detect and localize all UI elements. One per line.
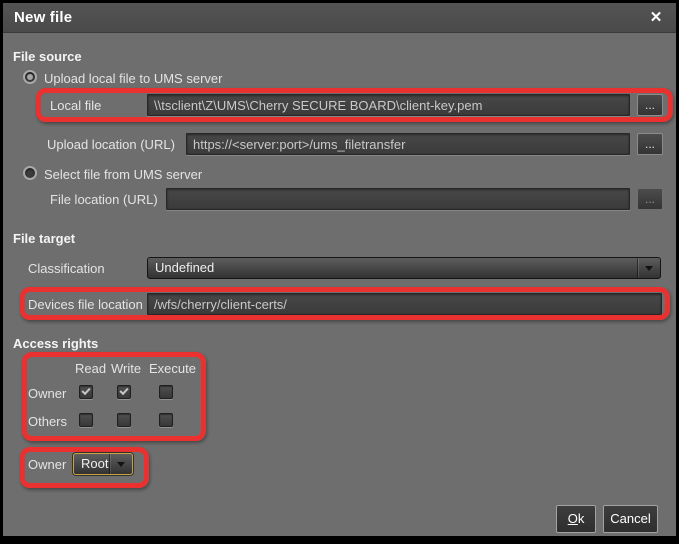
- checkbox-owner-write[interactable]: [117, 385, 131, 399]
- local-file-input[interactable]: [147, 94, 630, 116]
- row-label-owner: Owner: [28, 386, 66, 401]
- cancel-button[interactable]: Cancel: [603, 505, 658, 533]
- checkbox-owner-read[interactable]: [79, 385, 93, 399]
- file-location-input[interactable]: [166, 188, 630, 210]
- file-source-heading: File source: [13, 49, 82, 64]
- file-location-label: File location (URL): [50, 192, 158, 207]
- check-icon: [119, 386, 128, 395]
- file-location-browse-button: ...: [637, 188, 663, 210]
- upload-location-label: Upload location (URL): [47, 137, 175, 152]
- devices-file-location-label: Devices file location: [28, 297, 143, 312]
- checkbox-others-execute[interactable]: [159, 413, 173, 427]
- cancel-button-label: Cancel: [604, 506, 657, 532]
- local-file-label: Local file: [50, 98, 101, 113]
- column-header-read: Read: [75, 361, 106, 376]
- checkbox-others-read[interactable]: [79, 413, 93, 427]
- upload-location-browse-button[interactable]: ...: [637, 133, 663, 155]
- checkbox-owner-execute[interactable]: [159, 385, 173, 399]
- chevron-down-icon: [645, 266, 653, 275]
- dialog-body: File source Upload local file to UMS ser…: [3, 33, 676, 536]
- dialog-inner: New file ✕ File source Upload local file…: [3, 3, 676, 536]
- radio-upload-local-file-label: Upload local file to UMS server: [44, 71, 222, 86]
- column-header-execute: Execute: [149, 361, 196, 376]
- dialog-title: New file: [14, 3, 72, 33]
- radio-select-from-ums-label: Select file from UMS server: [44, 167, 202, 182]
- classification-dropdown[interactable]: Undefined: [147, 257, 661, 279]
- owner-dropdown-arrow-area[interactable]: [109, 454, 132, 474]
- file-target-heading: File target: [13, 231, 75, 246]
- ok-button-label: Ok: [557, 506, 595, 532]
- new-file-dialog: New file ✕ File source Upload local file…: [0, 0, 679, 544]
- classification-label: Classification: [28, 261, 105, 276]
- close-icon[interactable]: ✕: [646, 3, 666, 33]
- classification-arrow-area[interactable]: [637, 258, 660, 278]
- devices-file-location-input[interactable]: [147, 293, 662, 315]
- classification-value: Undefined: [155, 258, 214, 278]
- local-file-browse-button[interactable]: ...: [637, 94, 663, 116]
- radio-upload-local-file[interactable]: [23, 70, 37, 84]
- titlebar: New file ✕: [3, 3, 676, 33]
- owner-select-label: Owner: [28, 457, 66, 472]
- ok-button[interactable]: Ok: [556, 505, 596, 533]
- check-icon: [81, 386, 90, 395]
- radio-select-from-ums[interactable]: [23, 166, 37, 180]
- access-rights-heading: Access rights: [13, 336, 98, 351]
- owner-dropdown-value: Root: [81, 454, 108, 474]
- owner-dropdown[interactable]: Root: [73, 453, 133, 475]
- row-label-others: Others: [28, 414, 67, 429]
- checkbox-others-write[interactable]: [117, 413, 131, 427]
- upload-location-input[interactable]: [186, 133, 630, 155]
- chevron-down-icon: [117, 462, 125, 471]
- column-header-write: Write: [111, 361, 141, 376]
